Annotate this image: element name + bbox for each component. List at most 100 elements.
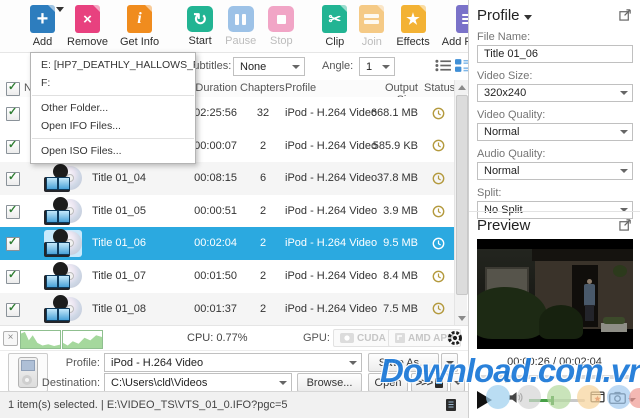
split-value: No Split bbox=[484, 204, 523, 216]
row-checkbox[interactable] bbox=[6, 140, 20, 154]
play-icon[interactable] bbox=[477, 391, 492, 409]
chevron-down-icon bbox=[382, 65, 390, 69]
log-list-icon[interactable] bbox=[444, 398, 458, 415]
table-row-selected[interactable]: Title 01_06 00:02:04 2 iPod - H.264 Vide… bbox=[0, 227, 454, 260]
seek-bar[interactable] bbox=[477, 375, 632, 379]
header-status[interactable]: Status bbox=[424, 82, 455, 94]
row-chapters: 2 bbox=[246, 260, 280, 293]
row-checkbox[interactable] bbox=[6, 107, 20, 121]
browse-button[interactable]: Browse... bbox=[297, 373, 362, 392]
row-output-size: 7.5 MB bbox=[368, 293, 418, 325]
video-size-label: Video Size: bbox=[477, 70, 632, 82]
performance-bar: × CPU: 0.77% GPU: CUDA AMD APP bbox=[0, 325, 468, 351]
seek-handle[interactable] bbox=[505, 371, 509, 383]
gear-icon[interactable] bbox=[447, 330, 463, 349]
row-checkbox[interactable] bbox=[6, 303, 20, 317]
video-quality-label: Video Quality: bbox=[477, 109, 632, 121]
table-row[interactable]: Title 01_05 00:00:51 2 iPod - H.264 Vide… bbox=[0, 195, 454, 228]
close-meter-button[interactable]: × bbox=[3, 331, 18, 346]
destination-select[interactable]: C:\Users\cld\Videos bbox=[104, 373, 292, 392]
video-quality-select[interactable]: Normal bbox=[477, 123, 633, 141]
camera-dropdown-caret-icon[interactable] bbox=[628, 398, 636, 402]
clip-button[interactable]: ✂ Clip bbox=[322, 5, 347, 48]
save-as-dropdown-button[interactable] bbox=[441, 353, 458, 372]
scrollbar-thumb[interactable] bbox=[456, 95, 468, 295]
dvd-ripper-window: + Add × Remove i Get Info ↻ Start Pause bbox=[0, 0, 640, 418]
video-size-value: 320x240 bbox=[484, 87, 526, 99]
expand-panel-icon[interactable] bbox=[619, 8, 632, 25]
expand-preview-icon[interactable] bbox=[619, 218, 632, 235]
stop-icon bbox=[268, 6, 294, 32]
snapshot-manager-icon[interactable] bbox=[590, 391, 605, 409]
profile-section-header[interactable]: Profile bbox=[477, 7, 632, 24]
menu-item-drive-e[interactable]: E: [HP7_DEATHLY_HALLOWS_PART_1] bbox=[31, 56, 195, 74]
table-scrollbar[interactable] bbox=[454, 80, 467, 325]
stop-button-label: Stop bbox=[270, 35, 293, 47]
video-thumbnail-icon bbox=[44, 263, 82, 290]
video-size-select[interactable]: 320x240 bbox=[477, 84, 633, 102]
row-output-size: 8.4 MB bbox=[368, 260, 418, 293]
menu-item-open-iso[interactable]: Open ISO Files... bbox=[31, 142, 195, 160]
video-thumbnail-icon bbox=[44, 165, 82, 192]
row-output-size: 3.9 MB bbox=[368, 195, 418, 228]
row-output-size: 668.1 MB bbox=[368, 97, 418, 130]
row-chapters: 2 bbox=[246, 130, 280, 163]
add-button-label: Add bbox=[33, 36, 53, 48]
list-view-icon[interactable] bbox=[435, 59, 452, 72]
audio-quality-value: Normal bbox=[484, 165, 519, 177]
subtitles-select[interactable]: None bbox=[233, 57, 305, 76]
get-info-button-label: Get Info bbox=[120, 36, 159, 48]
row-checkbox[interactable] bbox=[6, 205, 20, 219]
menu-item-other-folder[interactable]: Other Folder... bbox=[31, 99, 195, 117]
row-profile: iPod - H.264 Video bbox=[285, 130, 377, 163]
playback-time: 00:00:26 / 00:02:04 bbox=[469, 356, 640, 368]
transfer-to-device-button[interactable]: >>> bbox=[411, 373, 448, 392]
volume-slider[interactable] bbox=[529, 399, 585, 402]
add-button[interactable]: + Add bbox=[30, 5, 55, 48]
table-row[interactable]: Title 01_07 00:01:50 2 iPod - H.264 Vide… bbox=[0, 260, 454, 293]
menu-item-open-ifo[interactable]: Open IFO Files... bbox=[31, 117, 195, 135]
info-icon: i bbox=[127, 5, 152, 33]
row-output-size: 37.8 MB bbox=[368, 162, 418, 195]
remove-icon: × bbox=[75, 5, 100, 33]
volume-handle[interactable] bbox=[551, 396, 554, 405]
pending-clock-icon bbox=[428, 260, 448, 293]
camera-snapshot-icon[interactable] bbox=[609, 391, 626, 409]
row-profile: iPod - H.264 Video bbox=[285, 227, 377, 260]
row-checkbox[interactable] bbox=[6, 270, 20, 284]
get-info-button[interactable]: i Get Info bbox=[120, 5, 159, 48]
open-button[interactable]: Open bbox=[368, 373, 408, 392]
add-dropdown-caret-icon[interactable] bbox=[56, 7, 64, 12]
pending-clock-icon bbox=[428, 227, 448, 260]
select-all-checkbox[interactable] bbox=[6, 82, 20, 96]
side-panel: Profile File Name: Video Size: 320x240 V… bbox=[468, 0, 640, 418]
volume-fill bbox=[529, 399, 551, 402]
start-button[interactable]: ↻ Start bbox=[187, 5, 213, 47]
table-row[interactable]: Title 01_04 00:08:15 6 iPod - H.264 Vide… bbox=[0, 162, 454, 195]
output-profile-select[interactable]: iPod - H.264 Video bbox=[104, 353, 362, 372]
remove-button[interactable]: × Remove bbox=[67, 5, 108, 48]
row-checkbox[interactable] bbox=[6, 237, 20, 251]
transfer-dropdown-button[interactable] bbox=[450, 373, 465, 392]
scroll-up-button[interactable] bbox=[455, 80, 468, 94]
scroll-down-button[interactable] bbox=[455, 311, 468, 325]
cpu-usage-label: CPU: 0.77% bbox=[187, 332, 248, 344]
destination-value: C:\Users\cld\Videos bbox=[111, 377, 207, 389]
file-name-input[interactable] bbox=[477, 45, 633, 63]
speaker-icon[interactable] bbox=[508, 391, 523, 409]
menu-item-drive-f[interactable]: F: bbox=[31, 74, 195, 92]
header-chapters[interactable]: Chapters bbox=[240, 82, 285, 94]
angle-select[interactable]: 1 bbox=[359, 57, 395, 76]
preview-video-frame[interactable] bbox=[477, 239, 633, 349]
audio-quality-select[interactable]: Normal bbox=[477, 162, 633, 180]
cpu-graph-2 bbox=[62, 330, 103, 349]
destination-label: Destination: bbox=[4, 377, 100, 389]
effects-button[interactable]: ★ Effects bbox=[396, 5, 429, 48]
table-row[interactable]: Title 01_08 00:01:37 2 iPod - H.264 Vide… bbox=[0, 293, 454, 325]
header-profile[interactable]: Profile bbox=[285, 82, 316, 94]
cuda-badge: CUDA bbox=[333, 329, 393, 347]
save-as-button[interactable]: Save As... bbox=[368, 353, 439, 372]
effects-button-label: Effects bbox=[396, 36, 429, 48]
row-checkbox[interactable] bbox=[6, 172, 20, 186]
browse-label: Browse... bbox=[307, 377, 353, 389]
